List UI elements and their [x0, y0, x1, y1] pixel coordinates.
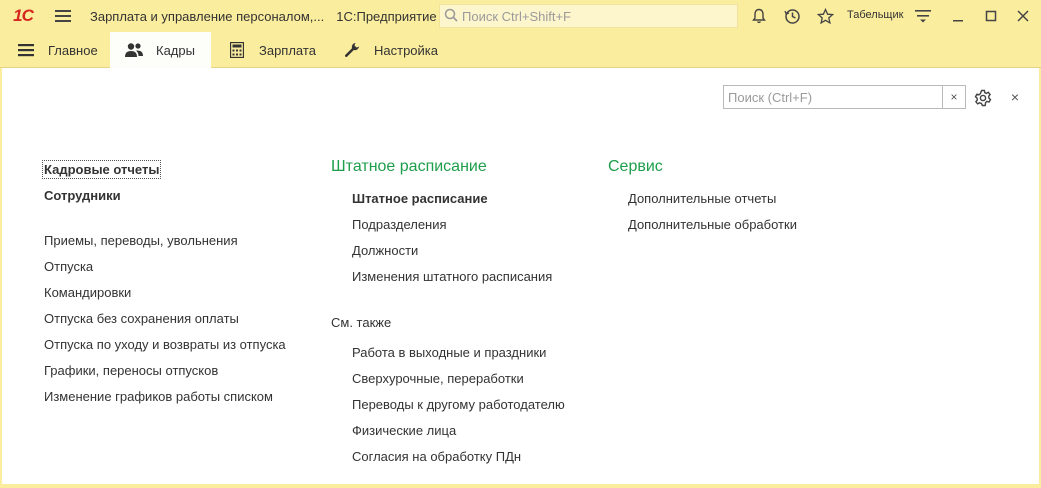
link-vacations[interactable]: Отпуска: [44, 259, 93, 274]
main-menu-icon[interactable]: [46, 0, 80, 32]
link-individuals[interactable]: Физические лица: [352, 423, 456, 438]
star-icon[interactable]: [815, 6, 835, 26]
maximize-icon[interactable]: [981, 6, 1001, 26]
link-vacation-schedules[interactable]: Графики, переносы отпусков: [44, 363, 218, 378]
settings-menu-icon[interactable]: [913, 6, 933, 26]
link-additional-reports[interactable]: Дополнительные отчеты: [628, 191, 776, 206]
link-employees[interactable]: Сотрудники: [44, 188, 121, 203]
section-hr[interactable]: Кадры: [110, 32, 211, 68]
section-hr-label: Кадры: [156, 42, 195, 58]
global-search-input[interactable]: [462, 8, 732, 24]
link-unpaid-leave[interactable]: Отпуска без сохранения оплаты: [44, 311, 239, 326]
see-also-label: См. также: [331, 315, 392, 330]
panel-search-input[interactable]: [724, 86, 942, 108]
history-icon[interactable]: [782, 6, 802, 26]
link-hiring-transfers[interactable]: Приемы, переводы, увольнения: [44, 233, 238, 248]
link-positions[interactable]: Должности: [352, 243, 418, 258]
section-salary[interactable]: Зарплата: [211, 32, 326, 68]
link-parental-leave[interactable]: Отпуска по уходу и возвраты из отпуска: [44, 337, 286, 352]
bottom-border: [0, 484, 1041, 488]
group-title-staffing: Штатное расписание: [331, 158, 487, 175]
link-hr-reports[interactable]: Кадровые отчеты: [41, 160, 162, 179]
window-title: Зарплата и управление персоналом,...: [90, 8, 325, 24]
link-overtime[interactable]: Сверхурочные, переработки: [352, 371, 524, 386]
search-icon: [444, 8, 458, 25]
link-work-schedule-changes[interactable]: Изменение графиков работы списком: [44, 389, 273, 404]
people-icon: [124, 40, 144, 60]
wrench-icon: [342, 40, 362, 60]
link-transfers-employer[interactable]: Переводы к другому работодателю: [352, 397, 565, 412]
link-staffing-table[interactable]: Штатное расписание: [352, 191, 488, 206]
link-additional-processing[interactable]: Дополнительные обработки: [628, 217, 797, 232]
section-settings[interactable]: Настройка: [326, 32, 450, 68]
user-name[interactable]: Табельщик: [847, 9, 903, 21]
calculator-icon: [227, 40, 247, 60]
menu-icon: [16, 40, 36, 60]
global-search[interactable]: [439, 4, 738, 28]
clear-search-button[interactable]: ×: [942, 86, 965, 108]
app-logo[interactable]: 1С: [0, 0, 46, 32]
section-main[interactable]: Главное: [8, 32, 110, 68]
bell-icon[interactable]: [749, 6, 769, 26]
link-pd-consents[interactable]: Согласия на обработку ПДн: [352, 449, 521, 464]
minimize-icon[interactable]: [948, 6, 968, 26]
link-business-trips[interactable]: Командировки: [44, 285, 131, 300]
link-departments[interactable]: Подразделения: [352, 217, 447, 232]
section-bar: Главное Кадры Зарплата Настройка: [0, 32, 1041, 68]
close-panel-button[interactable]: ×: [1006, 87, 1024, 107]
section-settings-label: Настройка: [374, 42, 438, 58]
hr-section-panel: × × Кадровые отчеты Сотрудники Приемы, п…: [2, 68, 1039, 484]
group-title-service: Сервис: [608, 158, 663, 175]
section-main-label: Главное: [48, 42, 98, 58]
link-weekend-work[interactable]: Работа в выходные и праздники: [352, 345, 546, 360]
link-staffing-changes[interactable]: Изменения штатного расписания: [352, 269, 552, 284]
section-salary-label: Зарплата: [259, 42, 316, 58]
panel-search[interactable]: ×: [723, 85, 966, 109]
app-logo-text: 1С: [13, 6, 34, 25]
app-name: 1С:Предприятие: [336, 8, 437, 24]
gear-icon[interactable]: [972, 87, 994, 109]
window-close-icon[interactable]: [1013, 6, 1033, 26]
